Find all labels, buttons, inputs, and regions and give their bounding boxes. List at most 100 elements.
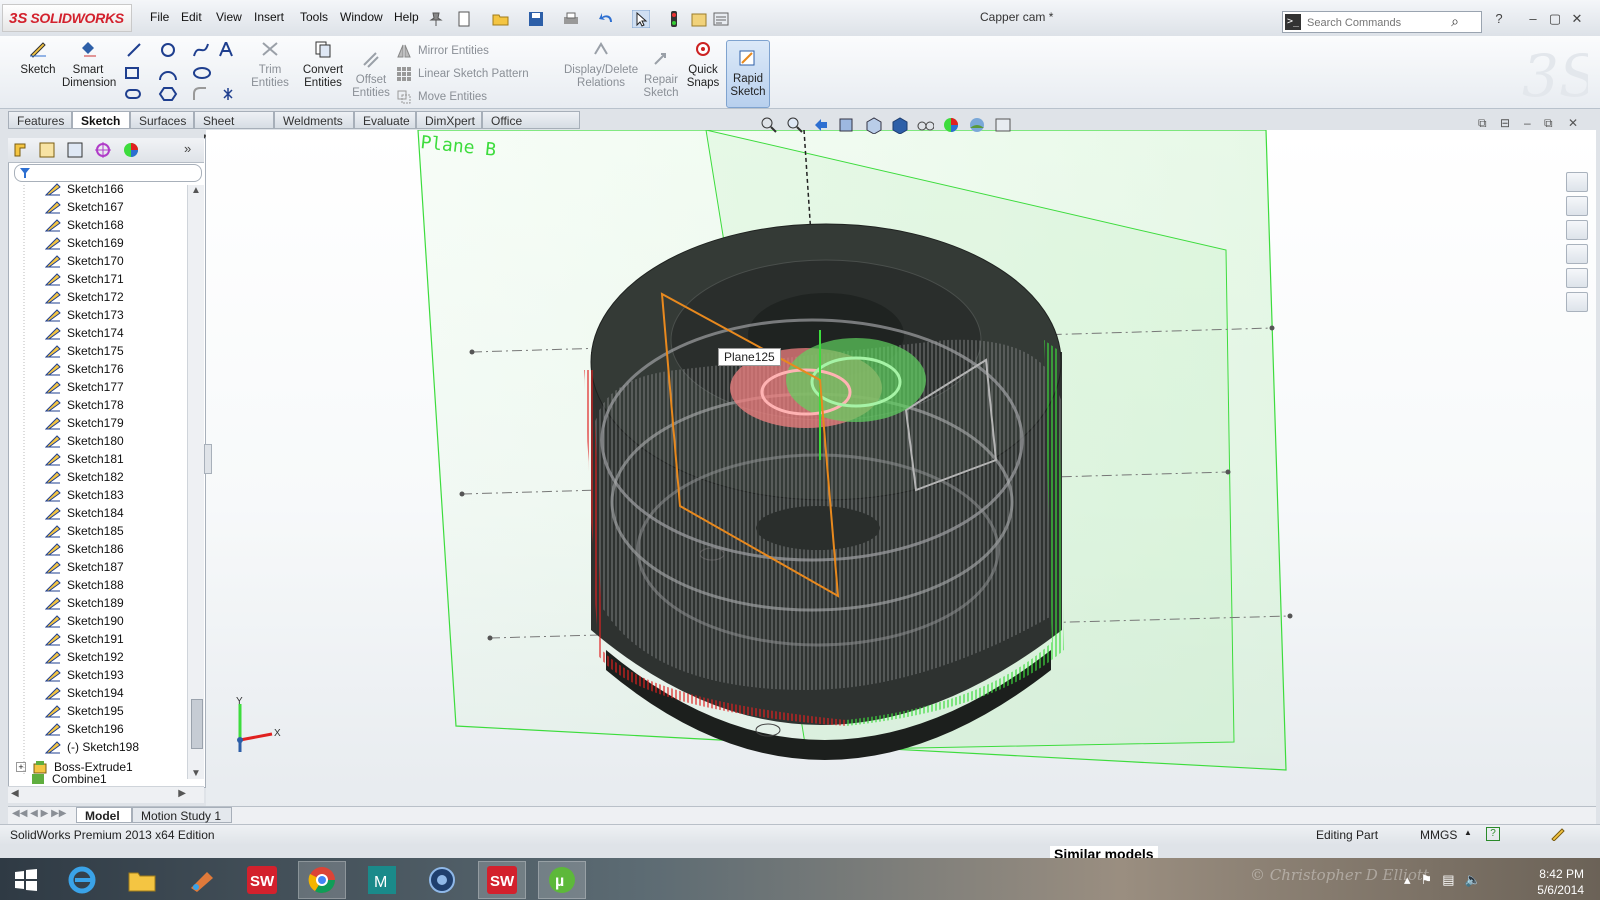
tree-item-sketch[interactable]: Sketch182 [45,468,124,486]
rapid-sketch-button[interactable]: Rapid Sketch [726,40,770,108]
tree-item-sketch[interactable]: Sketch184 [45,504,124,522]
menu-file[interactable]: File [150,10,169,24]
tree-item-sketch[interactable]: Sketch194 [45,684,124,702]
repair-sketch-button[interactable]: Repair Sketch [642,50,680,100]
mirror-entities-button[interactable]: Mirror Entities [396,43,489,59]
move-entities-button[interactable]: Move Entities [396,89,487,105]
menu-edit[interactable]: Edit [181,10,202,24]
tree-item-sketch[interactable]: Sketch173 [45,306,124,324]
tab-weldments[interactable]: Weldments [274,111,354,129]
tree-vertical-scrollbar[interactable]: ▲ ▼ [187,185,204,779]
tree-item-sketch[interactable]: Sketch175 [45,342,124,360]
sketch-button[interactable]: Sketch [20,40,56,77]
hide-show-items-icon[interactable] [916,116,934,134]
graphics-area[interactable]: Plane B Y X [206,130,1596,812]
design-library-icon[interactable] [1566,196,1588,216]
menu-tools[interactable]: Tools [300,10,328,24]
undo-icon[interactable] [598,10,616,26]
viewport-restore-icon[interactable]: ⧉ [1544,116,1553,131]
quick-tips-icon[interactable]: ? [1486,827,1500,841]
tree-item-sketch[interactable]: Sketch189 [45,594,124,612]
tab-sketch[interactable]: Sketch [72,111,130,129]
tab-sheet-metal[interactable]: Sheet Metal [194,111,274,146]
zoom-area-icon[interactable] [786,116,804,134]
file-explorer-icon[interactable] [1566,220,1588,240]
section-view-icon[interactable] [838,116,856,134]
file-properties-icon[interactable] [690,11,708,27]
view-settings-icon[interactable] [994,116,1012,134]
tree-item-sketch[interactable]: Sketch168 [45,216,124,234]
units-up-arrow-icon[interactable]: ▲ [1464,828,1472,837]
tab-model[interactable]: Model [76,807,132,823]
tree-item-sketch[interactable]: Sketch172 [45,288,124,306]
tree-item-sketch[interactable]: Sketch180 [45,432,124,450]
viewport-close-icon[interactable]: ✕ [1568,116,1578,130]
start-button[interactable] [2,861,50,899]
sketch-entity-tools[interactable] [124,42,234,108]
rebuild-status-icon[interactable] [1550,827,1566,841]
options-icon[interactable] [712,11,730,27]
close-icon[interactable]: ✕ [1568,11,1586,27]
units-selector[interactable]: MMGS [1420,828,1457,842]
tree-item-sketch[interactable]: Sketch169 [45,234,124,252]
scroll-down-icon[interactable]: ▼ [191,768,201,779]
viewport-tile-icon[interactable]: ⊟ [1500,116,1510,130]
display-manager-icon[interactable] [122,141,140,159]
display-style-icon[interactable] [890,116,908,134]
expand-panel-icon[interactable]: » [184,141,191,156]
view-orientation-icon[interactable] [864,116,882,134]
tab-evaluate[interactable]: Evaluate [354,111,416,129]
tree-horizontal-scrollbar[interactable]: ◀ ▶ [8,786,204,803]
menu-view[interactable]: View [216,10,242,24]
help-icon[interactable]: ? [1490,11,1508,27]
tree-item-sketch[interactable]: Sketch193 [45,666,124,684]
linear-sketch-pattern-button[interactable]: Linear Sketch Pattern [396,66,529,82]
search-commands[interactable]: >_ ⌕ [1282,11,1482,33]
taskbar-solidworks-1[interactable]: SW [238,861,286,899]
save-icon[interactable] [528,11,544,27]
minimize-icon[interactable]: – [1524,11,1542,27]
tree-item-sketch[interactable]: Sketch176 [45,360,124,378]
solidworks-logo[interactable]: 3S SOLIDWORKS [2,4,132,32]
taskbar-utorrent[interactable]: µ [538,861,586,899]
scroll-left-icon[interactable]: ◀ [11,788,19,799]
tray-chevron-icon[interactable]: ▴ [1404,872,1411,888]
tree-item-sketch[interactable]: Sketch177 [45,378,124,396]
action-center-flag-icon[interactable]: ⚑ [1421,872,1433,888]
maximize-icon[interactable]: ▢ [1546,11,1564,27]
taskbar-file-explorer[interactable] [118,861,166,899]
tab-office-products[interactable]: Office Products [482,111,580,146]
scroll-right-icon[interactable]: ▶ [178,788,186,799]
tree-item-sketch[interactable]: Sketch179 [45,414,124,432]
tab-motion-study[interactable]: Motion Study 1 [132,807,232,823]
tree-item-sketch[interactable]: Sketch166 [45,180,124,198]
smart-dimension-button[interactable]: Smart Dimension [62,40,116,90]
tree-item-sketch[interactable]: Sketch167 [45,198,124,216]
view-palette-icon[interactable] [1566,244,1588,264]
viewport-split-icon[interactable]: ⧉ [1478,116,1487,131]
display-delete-relations-button[interactable]: Display/Delete Relations [564,40,638,90]
select-cursor-icon[interactable] [632,10,650,28]
previous-view-icon[interactable] [812,116,830,134]
tree-item-sketch[interactable]: (-) Sketch198 [45,738,139,756]
convert-entities-button[interactable]: Convert Entities [300,40,346,90]
dimxpert-manager-icon[interactable] [94,141,112,159]
tree-item-sketch[interactable]: Sketch195 [45,702,124,720]
tree-item-sketch[interactable]: Sketch181 [45,450,124,468]
tab-surfaces[interactable]: Surfaces [130,111,194,129]
tree-item-sketch[interactable]: Sketch196 [45,720,124,738]
taskbar-internet-explorer[interactable] [58,861,106,899]
trim-entities-button[interactable]: Trim Entities [250,40,290,90]
tree-item-sketch[interactable]: Sketch188 [45,576,124,594]
pin-icon[interactable] [428,11,444,27]
menu-window[interactable]: Window [340,10,383,24]
offset-entities-button[interactable]: Offset Entities [350,50,392,100]
tab-nav-arrows-icon[interactable]: ◀◀ ◀ ▶ ▶▶ [12,808,66,819]
tab-features[interactable]: Features [8,111,72,129]
cad-model-view[interactable]: Plane B Y X [206,130,1596,812]
tree-item-sketch[interactable]: Sketch190 [45,612,124,630]
menu-help[interactable]: Help [394,10,419,24]
search-input[interactable] [1305,13,1449,33]
tree-item-sketch[interactable]: Sketch183 [45,486,124,504]
tab-dimxpert[interactable]: DimXpert [416,111,482,129]
